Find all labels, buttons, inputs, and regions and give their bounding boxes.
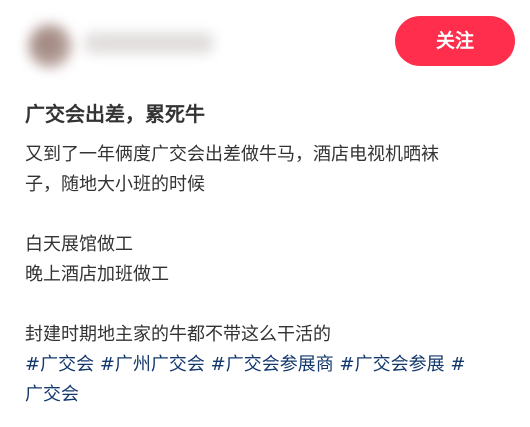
author-name-placeholder[interactable] [84, 32, 214, 54]
hashtag-link[interactable]: #广交会 [25, 354, 94, 375]
post-title: 广交会出差，累死牛 [25, 102, 205, 126]
post-body: 又到了一年俩度广交会出差做牛马，酒店电视机晒袜 子，随地大小班的时候 白天展馆做… [25, 140, 515, 410]
author-info-blurred[interactable] [14, 10, 234, 78]
post-content: 广交会出差，累死牛 又到了一年俩度广交会出差做牛马，酒店电视机晒袜 子，随地大小… [25, 96, 515, 410]
hashtag-link[interactable]: #广交会参展 [339, 354, 444, 375]
hashtag-link[interactable]: #广交会参展商 [211, 354, 334, 375]
hashtag-line: #广交会 #广州广交会 #广交会参展商 #广交会参展 # [25, 350, 515, 380]
body-line: 白天展馆做工 [25, 234, 133, 255]
follow-button[interactable]: 关注 [395, 16, 515, 66]
hashtag-line: 广交会 [25, 380, 515, 410]
hashtag-link[interactable]: #广州广交会 [100, 354, 205, 375]
avatar[interactable] [28, 24, 72, 68]
body-line: 晚上酒店加班做工 [25, 264, 169, 285]
body-line: 子，随地大小班的时候 [25, 174, 205, 195]
body-line: 封建时期地主家的牛都不带这么干活的 [25, 324, 331, 345]
hashtag-link[interactable]: 广交会 [25, 384, 79, 405]
hashtag-link[interactable]: # [450, 354, 465, 375]
body-line: 又到了一年俩度广交会出差做牛马，酒店电视机晒袜 [25, 144, 439, 165]
post-header: 关注 [0, 0, 530, 88]
